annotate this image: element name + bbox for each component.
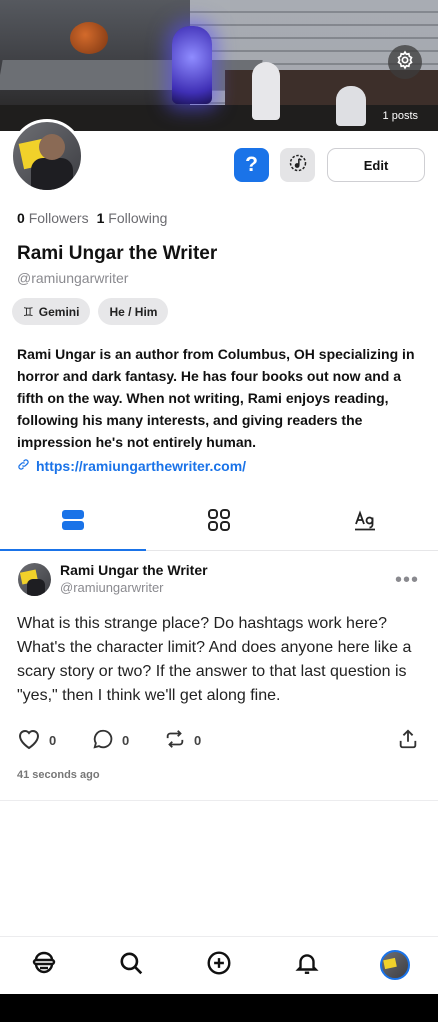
profile-link[interactable]: https://ramiungarthewriter.com/ bbox=[17, 458, 246, 474]
profile-tabs bbox=[0, 495, 438, 551]
pronouns-chip: He / Him bbox=[98, 298, 169, 325]
post-author-handle: @ramiungarwriter bbox=[60, 580, 164, 595]
like-count: 0 bbox=[49, 733, 57, 748]
like-button[interactable]: 0 bbox=[17, 728, 56, 753]
settings-button[interactable] bbox=[388, 45, 422, 79]
plus-circle-icon bbox=[206, 950, 232, 981]
nav-compose[interactable] bbox=[204, 950, 234, 980]
following-label: Following bbox=[108, 210, 168, 226]
avatar-flag bbox=[383, 957, 397, 970]
banner-pumpkin bbox=[70, 22, 108, 54]
comment-button[interactable]: 0 bbox=[92, 728, 129, 753]
banner-blue-ghost bbox=[172, 26, 212, 104]
followers-label: Followers bbox=[28, 210, 89, 226]
post-timestamp: 41 seconds ago bbox=[17, 769, 100, 781]
profile-banner: 1 posts bbox=[0, 0, 438, 131]
followers-link[interactable]: 0 Followers bbox=[17, 210, 89, 226]
repost-button[interactable]: 0 bbox=[164, 728, 201, 753]
edit-profile-button[interactable]: Edit bbox=[327, 148, 425, 182]
banner-white-ghost bbox=[252, 62, 280, 120]
link-icon bbox=[17, 458, 30, 474]
profile-avatar[interactable] bbox=[10, 119, 84, 193]
heart-icon bbox=[17, 728, 41, 753]
music-note-icon bbox=[288, 153, 308, 178]
follow-counts: 0 Followers 1 Following bbox=[17, 210, 167, 226]
tab-text[interactable] bbox=[292, 495, 438, 550]
avatar-body bbox=[27, 579, 45, 596]
post-text: What is this strange place? Do hashtags … bbox=[17, 615, 412, 704]
avatar-head bbox=[39, 134, 65, 160]
post-author-avatar[interactable] bbox=[18, 563, 51, 596]
profile-bio: Rami Ungar is an author from Columbus, O… bbox=[17, 346, 415, 450]
system-navigation-bar bbox=[0, 994, 438, 1022]
banner-step bbox=[0, 60, 263, 90]
nav-home[interactable] bbox=[29, 950, 59, 980]
followers-count: 0 bbox=[17, 210, 25, 226]
nav-search[interactable] bbox=[116, 950, 146, 980]
zodiac-label: Gemini bbox=[38, 304, 80, 319]
share-icon bbox=[397, 728, 419, 753]
nav-profile-avatar[interactable] bbox=[380, 950, 410, 980]
bell-icon bbox=[294, 950, 320, 981]
posts-count: 1 posts bbox=[382, 110, 418, 122]
text-view-icon bbox=[353, 508, 377, 537]
repost-count: 0 bbox=[194, 733, 202, 748]
post-card[interactable]: Rami Ungar the Writer @ramiungarwriter •… bbox=[0, 551, 438, 801]
comment-count: 0 bbox=[122, 733, 130, 748]
pronouns-label: He / Him bbox=[109, 304, 158, 319]
bottom-navigation bbox=[0, 936, 438, 994]
zodiac-chip: ♊ Gemini bbox=[12, 298, 91, 325]
repost-icon bbox=[164, 728, 186, 753]
profile-link-text: https://ramiungarthewriter.com/ bbox=[36, 458, 247, 474]
music-button[interactable] bbox=[280, 148, 315, 182]
share-button[interactable] bbox=[397, 728, 419, 753]
profile-chips: ♊ Gemini He / Him bbox=[12, 298, 169, 325]
gear-icon bbox=[395, 49, 415, 75]
comment-bubble-icon bbox=[92, 728, 114, 753]
avatar-body bbox=[31, 158, 73, 190]
more-options-icon[interactable]: ••• bbox=[395, 569, 419, 592]
grid-view-icon bbox=[207, 508, 231, 537]
home-logo-icon bbox=[31, 950, 57, 981]
gemini-icon: ♊ bbox=[23, 304, 34, 319]
search-icon bbox=[118, 950, 144, 981]
tab-list[interactable] bbox=[0, 495, 146, 551]
tab-grid[interactable] bbox=[146, 495, 292, 550]
profile-handle: @ramiungarwriter bbox=[17, 270, 129, 286]
help-button[interactable]: ? bbox=[234, 148, 269, 182]
nav-notifications[interactable] bbox=[292, 950, 322, 980]
following-link[interactable]: 1 Following bbox=[97, 210, 168, 226]
profile-name: Rami Ungar the Writer bbox=[17, 243, 218, 264]
following-count: 1 bbox=[96, 210, 105, 226]
list-view-icon bbox=[61, 509, 85, 536]
post-author-name[interactable]: Rami Ungar the Writer bbox=[60, 562, 208, 578]
banner-white-ghost bbox=[336, 86, 366, 126]
post-actions: 0 0 0 bbox=[17, 728, 421, 750]
